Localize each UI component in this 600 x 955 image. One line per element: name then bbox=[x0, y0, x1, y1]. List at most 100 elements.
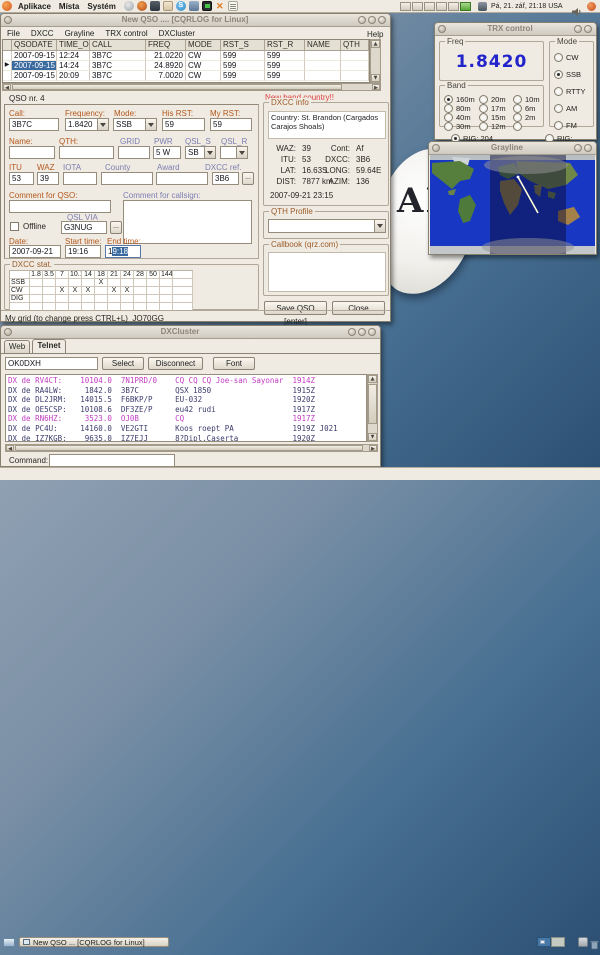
start-time-input[interactable]: 19:16 bbox=[65, 245, 101, 258]
qth-input[interactable] bbox=[59, 146, 114, 159]
log-table-hscrollbar[interactable]: ◀ ▶ bbox=[2, 83, 381, 91]
menu-places[interactable]: Místa bbox=[59, 2, 79, 11]
spot-hscrollbar[interactable]: ◀ ▶ bbox=[5, 444, 378, 452]
chevron-down-icon[interactable] bbox=[204, 147, 215, 158]
cluster-host-input[interactable]: OK0DXH bbox=[5, 357, 98, 370]
trash-icon[interactable] bbox=[590, 937, 599, 947]
menu-dxcluster[interactable]: DXCluster bbox=[159, 29, 195, 38]
call-input[interactable]: 3B7C bbox=[9, 118, 59, 131]
date-input[interactable]: 2007-09-21 bbox=[9, 245, 61, 258]
mode-cw-radio[interactable]: CW bbox=[554, 48, 579, 66]
spot-line[interactable]: DX de DL2JRM: 14015.5 F6BKP/P EU-032 192… bbox=[8, 395, 364, 405]
table-row[interactable]: 2007-09-15 20:09 3B7C 7.0020 CW 599 599 bbox=[3, 71, 369, 81]
minimize-button[interactable] bbox=[574, 144, 582, 152]
scroll-left-icon[interactable]: ◀ bbox=[3, 84, 11, 90]
table-row[interactable]: 2007-09-15 12:24 3B7C 21.0220 CW 599 599 bbox=[3, 51, 369, 61]
scroll-thumb[interactable] bbox=[368, 384, 377, 424]
menu-file[interactable]: File bbox=[7, 29, 20, 38]
window-menu-icon[interactable] bbox=[432, 144, 440, 152]
minimize-button[interactable] bbox=[348, 328, 356, 336]
spot-line[interactable]: DX de RN6HZ: 3523.0 OJ0B CQ 1917Z bbox=[8, 414, 364, 424]
spot-list[interactable]: DX de RV4CT: 10104.0 7N1PRD/0 CQ CQ CQ J… bbox=[5, 374, 367, 442]
cut-icon[interactable]: ✕ bbox=[215, 1, 225, 11]
menu-trx-control[interactable]: TRX control bbox=[105, 29, 147, 38]
help-browser-icon[interactable] bbox=[124, 1, 134, 11]
comment-qso-input[interactable] bbox=[9, 200, 111, 213]
mode-combo[interactable]: SSB bbox=[113, 118, 157, 131]
spot-vscrollbar[interactable]: ▲ ▼ bbox=[367, 374, 378, 442]
command-input[interactable] bbox=[49, 454, 175, 467]
mode-ssb-radio[interactable]: SSB bbox=[554, 65, 581, 83]
qth-profile-combo[interactable] bbox=[268, 219, 386, 233]
my-rst-input[interactable]: 59 bbox=[210, 118, 252, 131]
iota-input[interactable] bbox=[63, 172, 97, 185]
workspace-1[interactable] bbox=[537, 937, 551, 947]
quit-icon[interactable] bbox=[587, 2, 596, 11]
minimize-button[interactable] bbox=[574, 25, 582, 33]
comment-callsign-textarea[interactable] bbox=[123, 200, 252, 244]
email-icon[interactable] bbox=[163, 1, 173, 11]
pwr-input[interactable]: 5 W bbox=[153, 146, 181, 159]
spot-line[interactable]: DX de IZ7KGB: 9635.0 IZ7EJJ 8?Dipl.Caser… bbox=[8, 434, 364, 442]
itu-input[interactable]: 53 bbox=[9, 172, 34, 185]
show-desktop-icon[interactable] bbox=[3, 938, 15, 947]
tab-web[interactable]: Web bbox=[4, 340, 30, 353]
scroll-thumb[interactable] bbox=[12, 84, 342, 90]
scroll-thumb[interactable] bbox=[15, 445, 363, 451]
close-button[interactable] bbox=[584, 25, 592, 33]
workspace-2[interactable] bbox=[551, 937, 565, 947]
qsl-via-input[interactable]: G3NUG bbox=[61, 221, 107, 234]
chevron-down-icon[interactable] bbox=[374, 220, 385, 232]
spot-line[interactable]: DX de RV4CT: 10104.0 7N1PRD/0 CQ CQ CQ J… bbox=[8, 376, 364, 386]
maximize-button[interactable] bbox=[368, 16, 376, 24]
dxcc-ref-input[interactable]: 3B6 bbox=[212, 172, 239, 185]
select-button[interactable]: Select bbox=[102, 357, 144, 370]
panel-app-icon[interactable] bbox=[578, 937, 588, 947]
county-input[interactable] bbox=[101, 172, 153, 185]
clock-applet[interactable]: Pá, 21. zář, 21:18 USA bbox=[491, 3, 563, 10]
dxcluster-titlebar[interactable]: DXCluster bbox=[1, 326, 380, 339]
window-list-applet[interactable] bbox=[400, 2, 471, 11]
award-input[interactable] bbox=[156, 172, 208, 185]
end-time-input[interactable]: 19:18 bbox=[105, 245, 141, 258]
close-button[interactable] bbox=[584, 144, 592, 152]
qsl-r-combo[interactable] bbox=[220, 146, 248, 159]
font-button[interactable]: Font bbox=[213, 357, 255, 370]
scroll-up-icon[interactable]: ▲ bbox=[368, 375, 377, 383]
dxcc-ref-browse-button[interactable]: ... bbox=[242, 172, 254, 185]
scroll-left-icon[interactable]: ◀ bbox=[6, 445, 14, 451]
window-menu-icon[interactable] bbox=[438, 25, 446, 33]
menu-applications[interactable]: Aplikace bbox=[18, 2, 51, 11]
offline-checkbox[interactable] bbox=[10, 222, 19, 231]
main-window-titlebar[interactable]: New QSO .... [CQRLOG for Linux] bbox=[1, 14, 390, 27]
log-table-vscrollbar[interactable]: ▲ ▼ bbox=[370, 39, 381, 83]
frequency-combo[interactable]: 1.8420 bbox=[65, 118, 109, 131]
grid-input[interactable] bbox=[118, 146, 150, 159]
close-button[interactable] bbox=[368, 328, 376, 336]
waz-input[interactable]: 39 bbox=[37, 172, 59, 185]
workspace-app-icon[interactable] bbox=[189, 1, 199, 11]
scroll-down-icon[interactable]: ▼ bbox=[368, 433, 377, 441]
menu-dxcc[interactable]: DXCC bbox=[31, 29, 54, 38]
spot-line[interactable]: DX de PC4U: 14160.0 VE2GTI Koos roept PA… bbox=[8, 424, 364, 434]
qsl-via-browse-button[interactable]: ... bbox=[110, 221, 122, 234]
window-menu-icon[interactable] bbox=[4, 16, 12, 24]
scroll-right-icon[interactable]: ▶ bbox=[369, 445, 377, 451]
mode-rtty-radio[interactable]: RTTY bbox=[554, 82, 585, 100]
close-button[interactable] bbox=[378, 16, 386, 24]
mode-am-radio[interactable]: AM bbox=[554, 99, 577, 117]
menu-system[interactable]: Systém bbox=[87, 2, 115, 11]
his-rst-input[interactable]: 59 bbox=[162, 118, 205, 131]
tray-icon[interactable] bbox=[478, 2, 487, 11]
qsl-s-combo[interactable]: SB bbox=[185, 146, 216, 159]
ubuntu-logo-icon[interactable] bbox=[2, 1, 12, 11]
scroll-right-icon[interactable]: ▶ bbox=[372, 84, 380, 90]
name-input[interactable] bbox=[9, 146, 55, 159]
tab-telnet[interactable]: Telnet bbox=[32, 339, 66, 353]
table-row-selected[interactable]: ▶ 2007-09-15 14:24 3B7C 24.8920 CW 599 5… bbox=[3, 61, 369, 71]
chevron-down-icon[interactable] bbox=[236, 147, 247, 158]
menu-help[interactable]: Help bbox=[367, 31, 383, 39]
minimize-button[interactable] bbox=[358, 16, 366, 24]
task-button[interactable]: New QSO ... [CQRLOG for Linux] bbox=[19, 937, 169, 947]
spot-line[interactable]: DX de RA4LW: 1842.0 3B7C QSX 1850 1915Z bbox=[8, 386, 364, 396]
